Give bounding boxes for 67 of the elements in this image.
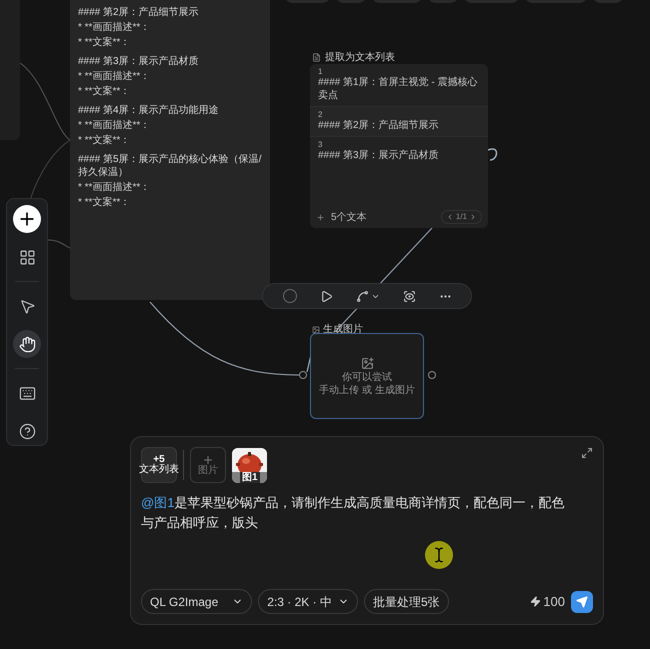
item-number: 2 xyxy=(318,111,324,119)
section-heading: #### 第4屏：展示产品功能用途 xyxy=(78,104,220,117)
credits-count: 100 xyxy=(543,592,565,611)
text-list-node[interactable]: 1 #### 第1屏：首屏主视觉 - 震撼核心卖点 2 #### 第2屏：产品细节展示 3 #### 第3屏：展示产品材质 5个文本 1/1 xyxy=(310,64,488,228)
item-heading: #### 第2屏：产品细节展示 xyxy=(318,119,440,132)
prompt-text[interactable]: @图1是苹果型砂锅产品，请制作生成高质量电商详情页，配色同一，配色与产品相呼应，版头 xyxy=(141,493,593,533)
next-icon xyxy=(469,213,477,221)
text-list-item[interactable]: 2 #### 第2屏：产品细节展示 xyxy=(310,106,488,137)
curve-icon xyxy=(356,290,368,302)
add-icon[interactable] xyxy=(316,212,325,222)
text-list-attachment[interactable]: +5 文本列表 xyxy=(141,447,177,483)
play-icon[interactable] xyxy=(320,290,332,302)
section-text: * **画面描述**： xyxy=(78,70,152,83)
send-button[interactable] xyxy=(571,590,593,612)
cursor-highlight-icon xyxy=(425,541,453,569)
section-heading: #### 第3屏：展示产品材质 xyxy=(78,55,200,68)
settings-dropdown[interactable]: 2:3 · 2K · 中 xyxy=(258,589,358,614)
hand-icon xyxy=(18,336,36,352)
connector-style-button[interactable] xyxy=(356,290,380,302)
lightning-icon xyxy=(530,596,542,607)
input-handle[interactable] xyxy=(299,371,307,379)
plus-icon xyxy=(202,454,214,466)
text-list-item[interactable]: 1 #### 第1屏：首屏主视觉 - 震撼核心卖点 xyxy=(310,64,488,106)
connector-line xyxy=(48,240,70,248)
count-label: +5 xyxy=(153,455,165,465)
send-icon xyxy=(576,596,588,608)
image-placeholder-icon xyxy=(360,356,374,370)
keyboard-icon xyxy=(18,384,36,402)
attachment-label: 文本列表 xyxy=(139,465,179,475)
image-icon xyxy=(312,326,320,334)
attachment-label: 图1 xyxy=(240,472,260,482)
section-text: * **画面描述**： xyxy=(78,181,152,194)
image-attachment[interactable]: 图1 xyxy=(232,448,267,482)
model-dropdown[interactable]: QL G2Image xyxy=(141,589,252,614)
section-heading: #### 第5屏：展示产品的核心体验（保温/持久保温） xyxy=(78,153,262,179)
expand-icon[interactable] xyxy=(581,447,593,459)
section-text: * **文案**： xyxy=(78,85,132,98)
item-heading: #### 第1屏：首屏主视觉 - 震撼核心卖点 xyxy=(318,76,478,102)
item-number: 1 xyxy=(318,68,324,76)
batch-button[interactable]: 批量处理5张 xyxy=(364,589,449,614)
section-text: * **文案**： xyxy=(78,36,132,49)
add-button[interactable] xyxy=(13,205,41,233)
section-text: * **文案**： xyxy=(78,134,132,147)
text-count: 5个文本 xyxy=(331,210,367,224)
hint-text: 你可以尝试 xyxy=(342,372,392,382)
color-swatch[interactable] xyxy=(282,289,296,303)
image-node[interactable]: 你可以尝试 手动上传 或 生成图片 xyxy=(310,333,424,419)
document-icon xyxy=(312,53,321,62)
add-image-button[interactable]: 图片 xyxy=(190,447,226,483)
section-text: * **画面描述**： xyxy=(78,119,152,132)
section-heading: #### 第2屏：产品细节展示 xyxy=(78,6,200,19)
section-text: * **画面描述**： xyxy=(78,21,152,34)
pager[interactable]: 1/1 xyxy=(440,210,482,224)
text-list-item[interactable]: 3 #### 第3屏：展示产品材质 xyxy=(310,137,488,166)
section-text: * **文案**： xyxy=(78,196,132,209)
connector-line xyxy=(30,140,70,200)
focus-icon[interactable] xyxy=(402,290,416,302)
output-handle[interactable] xyxy=(428,371,436,379)
connector-line xyxy=(488,148,498,161)
help-icon xyxy=(18,422,36,440)
item-heading: #### 第3屏：展示产品材质 xyxy=(318,149,440,162)
node-title: 提取为文本列表 xyxy=(325,50,395,65)
grid-icon xyxy=(18,248,36,266)
hint-text: 手动上传 或 生成图片 xyxy=(319,384,415,396)
hand-tool[interactable] xyxy=(13,330,41,358)
pointer-icon xyxy=(18,298,36,314)
item-number: 3 xyxy=(318,141,324,149)
